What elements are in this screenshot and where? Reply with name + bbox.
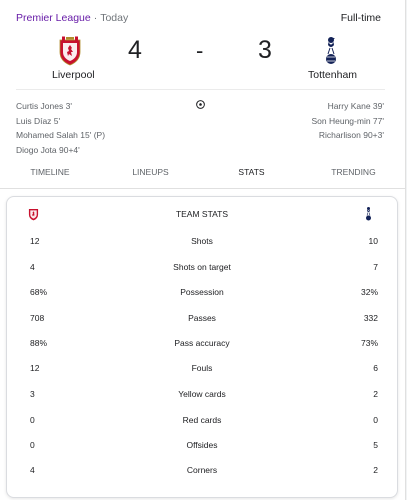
stat-away-value: 0 <box>373 415 378 425</box>
tottenham-crest-icon <box>366 207 371 221</box>
stat-row-shots-on-target: 4 Shots on target 7 <box>7 262 397 278</box>
score-separator: - <box>196 38 204 63</box>
stat-label: Red cards <box>182 415 222 425</box>
away-team-name[interactable]: Tottenham <box>308 69 357 81</box>
team-stats-card: TEAM STATS 12 Shots 10 4 Shots on target… <box>6 196 398 498</box>
match-status: Full-time <box>340 12 381 24</box>
stat-away-value: 10 <box>368 236 378 246</box>
stat-row-red-cards: 0 Red cards 0 <box>7 415 397 431</box>
stat-label: Pass accuracy <box>174 338 230 348</box>
stat-away-value: 6 <box>373 363 378 373</box>
stats-header: TEAM STATS <box>7 197 397 229</box>
away-scorer[interactable]: Son Heung-min 77' <box>312 114 385 129</box>
stat-label: Yellow cards <box>178 389 226 399</box>
away-scorer[interactable]: Richarlison 90+3' <box>312 128 384 143</box>
stat-away-value: 73% <box>360 338 378 348</box>
stat-away-value: 7 <box>373 262 378 272</box>
tab-lineups[interactable]: LINEUPS <box>100 158 201 188</box>
stat-row-corners: 4 Corners 2 <box>7 465 397 481</box>
soccer-ball-icon <box>196 100 205 109</box>
stat-row-fouls: 12 Fouls 6 <box>7 363 397 379</box>
liverpool-crest-icon[interactable] <box>58 36 82 66</box>
match-header: Premier League · Today Full-time <box>16 12 381 26</box>
match-date: Today <box>100 12 129 24</box>
home-scorer[interactable]: Mohamed Salah 15' (P) <box>16 128 105 143</box>
tab-bar: TIMELINE LINEUPS STATS TRENDING <box>0 158 405 189</box>
stat-row-passes: 708 Passes 332 <box>7 313 397 329</box>
tottenham-crest-icon[interactable] <box>322 35 340 67</box>
stat-label: Passes <box>188 313 216 323</box>
header-divider <box>16 89 385 90</box>
stat-away-value: 332 <box>363 313 378 323</box>
home-scorers: Curtis Jones 3' Luis Díaz 5' Mohamed Sal… <box>16 99 105 157</box>
stat-label: Possession <box>180 287 224 297</box>
away-scorers: Harry Kane 39' Son Heung-min 77' Richarl… <box>312 99 385 143</box>
stat-row-yellow-cards: 3 Yellow cards 2 <box>7 389 397 405</box>
stat-label: Shots <box>191 236 213 246</box>
match-card: Premier League · Today Full-time Liverpool… <box>0 0 406 500</box>
away-scorer[interactable]: Harry Kane 39' <box>312 99 384 114</box>
tab-timeline[interactable]: TIMELINE <box>0 158 100 188</box>
home-scorer[interactable]: Diogo Jota 90+4' <box>16 143 105 158</box>
stat-row-pass-accuracy: 88% Pass accuracy 73% <box>7 338 397 354</box>
tab-stats[interactable]: STATS <box>201 158 302 188</box>
stat-row-offsides: 0 Offsides 5 <box>7 440 397 456</box>
stat-row-possession: 68% Possession 32% <box>7 287 397 303</box>
tab-trending[interactable]: TRENDING <box>302 158 405 188</box>
stat-label: Offsides <box>186 440 218 450</box>
league-name[interactable]: Premier League <box>16 12 91 24</box>
stat-away-value: 2 <box>373 389 378 399</box>
stat-away-value: 2 <box>373 465 378 475</box>
stat-label: Corners <box>186 465 218 475</box>
header-separator: · <box>93 12 98 24</box>
home-team-name[interactable]: Liverpool <box>52 69 95 81</box>
stat-label: Fouls <box>191 363 213 373</box>
stats-title: TEAM STATS <box>175 209 229 219</box>
stat-away-value: 5 <box>373 440 378 450</box>
away-score: 3 <box>258 36 272 64</box>
home-scorer[interactable]: Luis Díaz 5' <box>16 114 105 129</box>
home-scorer[interactable]: Curtis Jones 3' <box>16 99 105 114</box>
stat-away-value: 32% <box>360 287 378 297</box>
stat-label: Shots on target <box>173 262 231 272</box>
stat-row-shots: 12 Shots 10 <box>7 236 397 252</box>
home-score: 4 <box>128 36 142 64</box>
